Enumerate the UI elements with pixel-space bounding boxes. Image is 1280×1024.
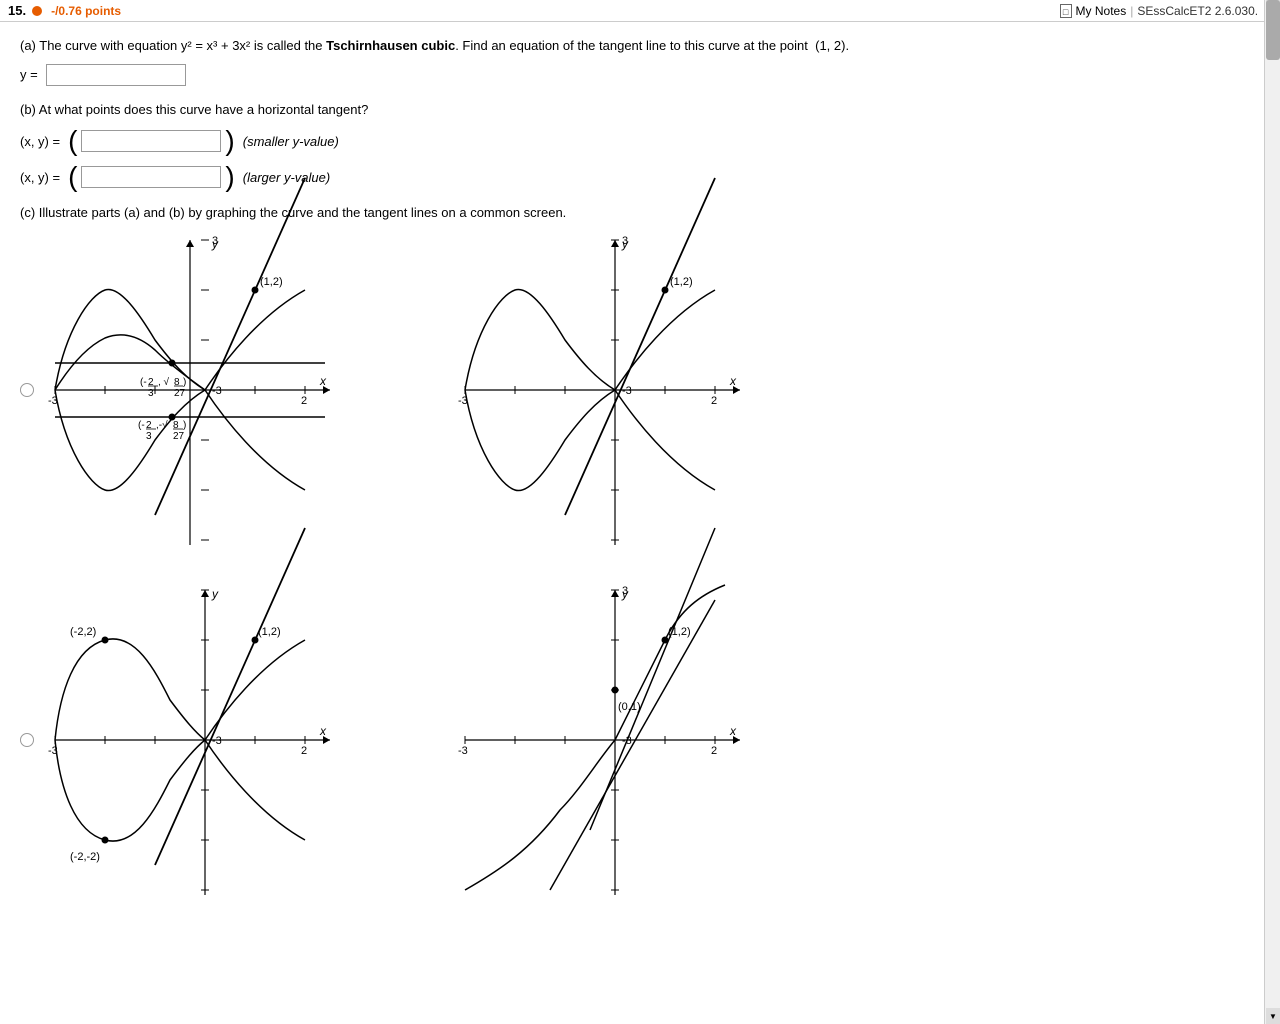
graph-2: x y -3 2 3 -3 — [450, 230, 750, 550]
svg-text:-3: -3 — [212, 735, 222, 747]
xy-label-1: (x, y) = — [20, 134, 60, 149]
curve-lower-right-1 — [205, 390, 305, 490]
part-a-input[interactable] — [46, 64, 186, 86]
scroll-thumb[interactable] — [1266, 0, 1280, 60]
coord-row-larger: (x, y) = ( ) (larger y-value) — [20, 163, 1220, 191]
svg-text:, √: , √ — [158, 376, 170, 388]
svg-text:(1,2): (1,2) — [670, 276, 693, 288]
graph-svg-2: x y -3 2 3 -3 — [450, 230, 750, 550]
x-label-1: x — [319, 374, 327, 388]
graph-wrapper-3: x y -3 2 -3 — [20, 580, 340, 900]
separator: | — [1130, 4, 1133, 18]
main-content: (a) The curve with equation y² = x³ + 3x… — [0, 22, 1240, 914]
tangent-line-1 — [155, 178, 305, 515]
graph-wrapper-4: x y -3 2 3 -3 — [400, 580, 750, 900]
topbar-left: 15. -/0.76 points — [8, 3, 121, 18]
smaller-y-label: (smaller y-value) — [243, 134, 339, 149]
graph-svg-1: x y -3 2 3 -3 — [40, 230, 340, 550]
point-htop-graph1 — [169, 360, 176, 367]
svg-text:-3: -3 — [212, 385, 222, 397]
svg-text:3: 3 — [146, 431, 152, 442]
scrollbar[interactable]: ▲ ▼ — [1264, 0, 1280, 1024]
graphs-row-1: x y -3 2 3 -3 — [20, 230, 1220, 550]
graph-svg-3: x y -3 2 -3 — [40, 580, 340, 900]
svg-text:): ) — [183, 377, 186, 388]
right-paren-2: ) — [225, 163, 234, 191]
svg-text:,-√: ,-√ — [156, 419, 168, 431]
svg-text:(1,2): (1,2) — [668, 626, 691, 638]
graph-wrapper-2: x y -3 2 3 -3 — [400, 230, 750, 550]
y-equals-label: y = — [20, 67, 38, 82]
larger-y-label: (larger y-value) — [243, 170, 330, 185]
graph-wrapper-1: x y -3 2 3 -3 — [20, 230, 340, 550]
label-1-2-g1: (1,2) — [260, 276, 283, 288]
svg-text:27: 27 — [174, 388, 186, 399]
point-1-2-graph1 — [252, 287, 259, 294]
graphs-section: x y -3 2 3 -3 — [20, 230, 1220, 900]
graph-1: x y -3 2 3 -3 — [40, 230, 340, 550]
graph-3: x y -3 2 -3 — [40, 580, 340, 900]
left-paren-1: ( — [68, 127, 77, 155]
radio-graph-1[interactable] — [20, 383, 34, 397]
graph-svg-4: x y -3 2 3 -3 — [450, 580, 750, 900]
svg-text:(-2,2): (-2,2) — [70, 626, 96, 638]
coord-row-smaller: (x, y) = ( ) (smaller y-value) — [20, 127, 1220, 155]
part-a-label: (a) The curve with equation y² = x³ + 3x… — [20, 38, 849, 53]
svg-text:2: 2 — [301, 745, 307, 757]
part-a-description: (a) The curve with equation y² = x³ + 3x… — [20, 36, 1220, 56]
topbar-right: □ My Notes | SEssCalcET2 2.6.030. ▲ — [1060, 4, 1272, 18]
svg-text:3: 3 — [622, 235, 628, 247]
svg-text:x: x — [319, 724, 327, 738]
svg-text:2: 2 — [711, 745, 717, 757]
my-notes-link[interactable]: My Notes — [1076, 4, 1127, 18]
coord-input-larger[interactable] — [81, 166, 221, 188]
svg-text:3: 3 — [148, 388, 154, 399]
svg-text:2: 2 — [301, 395, 307, 407]
curve-upper-right-1 — [205, 290, 305, 390]
svg-text:(-: (- — [138, 420, 145, 431]
course-code: SEssCalcET2 2.6.030. — [1137, 4, 1258, 18]
scroll-down-button[interactable]: ▼ — [1266, 1008, 1280, 1024]
svg-text:x: x — [729, 724, 737, 738]
problem-number: 15. — [8, 3, 26, 18]
part-c-description: (c) Illustrate parts (a) and (b) by grap… — [20, 205, 1220, 220]
part-b-section: (b) At what points does this curve have … — [20, 100, 1220, 192]
radio-graph-3[interactable] — [20, 733, 34, 747]
part-a-answer-row: y = — [20, 64, 1220, 86]
y-arrow — [186, 240, 194, 247]
svg-text:(-2,-2): (-2,-2) — [70, 851, 100, 863]
svg-text:): ) — [183, 420, 186, 431]
svg-text:(0,1): (0,1) — [618, 701, 641, 713]
curve-upper-loop-1 — [55, 289, 205, 390]
right-paren-1: ) — [225, 127, 234, 155]
bold-name: Tschirnhausen cubic — [326, 38, 455, 53]
left-paren-2: ( — [68, 163, 77, 191]
points-badge: -/0.76 points — [51, 4, 121, 18]
page-icon: □ — [1060, 4, 1072, 18]
xy-label-2: (x, y) = — [20, 170, 60, 185]
svg-text:y: y — [211, 587, 219, 601]
coord-input-smaller[interactable] — [81, 130, 221, 152]
part-b-description: (b) At what points does this curve have … — [20, 100, 1220, 120]
svg-text:3: 3 — [622, 585, 628, 597]
top-bar: 15. -/0.76 points □ My Notes | SEssCalcE… — [0, 0, 1280, 22]
svg-text:2: 2 — [711, 395, 717, 407]
svg-text:x: x — [729, 374, 737, 388]
graph-4: x y -3 2 3 -3 — [450, 580, 750, 900]
points-dot-icon — [32, 6, 42, 16]
svg-text:-3: -3 — [622, 385, 632, 397]
svg-text:3: 3 — [212, 235, 218, 247]
graphs-row-2: x y -3 2 -3 — [20, 580, 1220, 900]
svg-text:-3: -3 — [458, 745, 468, 757]
svg-text:27: 27 — [173, 431, 185, 442]
label-2-3-g1: (- — [140, 377, 147, 388]
